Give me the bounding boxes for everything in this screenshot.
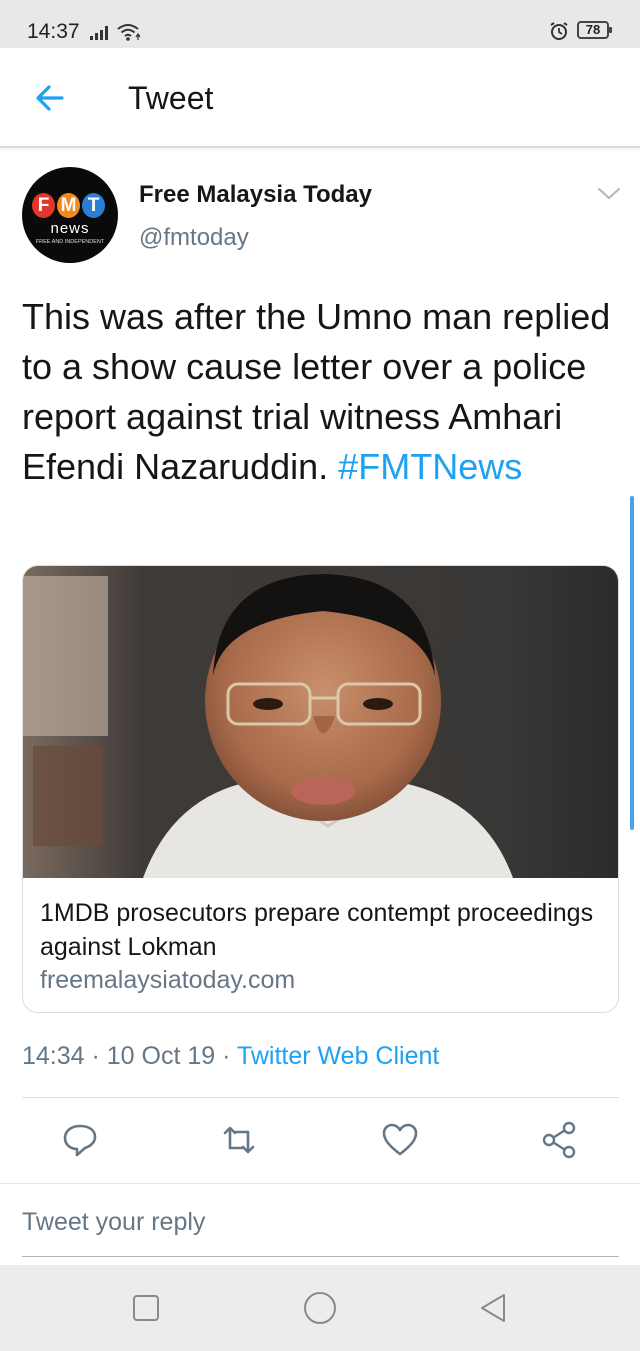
card-title: 1MDB prosecutors prepare contempt procee… xyxy=(40,899,594,961)
chevron-down-icon[interactable] xyxy=(596,186,622,202)
system-nav-bar xyxy=(0,1265,640,1351)
back-triangle-icon[interactable] xyxy=(476,1290,512,1326)
reply-input[interactable]: Tweet your reply xyxy=(22,1208,205,1237)
recents-square-icon[interactable] xyxy=(128,1290,164,1326)
reply-underline xyxy=(22,1256,619,1257)
card-domain: freemalaysiatoday.com xyxy=(40,966,296,994)
avatar-logo: F M T xyxy=(32,193,105,218)
share-icon[interactable] xyxy=(538,1118,582,1162)
avatar-word: news xyxy=(50,220,90,237)
status-bar: 14:37 78 xyxy=(0,0,640,48)
avatar[interactable]: F M T news FREE AND INDEPENDENT xyxy=(22,167,118,263)
like-heart-icon[interactable] xyxy=(378,1118,422,1162)
avatar-letter: T xyxy=(82,193,105,218)
back-arrow-icon[interactable] xyxy=(30,78,70,118)
alarm-icon xyxy=(550,22,568,40)
client-link[interactable]: Twitter Web Client xyxy=(237,1042,439,1070)
hashtag-link[interactable]: #FMTNews xyxy=(338,446,522,487)
battery-indicator: 78 xyxy=(577,21,612,39)
avatar-tagline: FREE AND INDEPENDENT xyxy=(35,239,105,245)
signal-icon xyxy=(90,26,108,40)
scrollbar[interactable] xyxy=(630,496,634,830)
meta-separator: · xyxy=(215,1042,237,1070)
reply-icon[interactable] xyxy=(58,1118,102,1162)
status-time: 14:37 xyxy=(27,20,80,43)
retweet-icon[interactable] xyxy=(217,1118,261,1162)
tweet-time: 14:34 xyxy=(22,1042,85,1070)
wifi-icon xyxy=(117,24,141,41)
article-photo xyxy=(23,566,618,878)
author-handle[interactable]: @fmtoday xyxy=(139,224,249,252)
page-title: Tweet xyxy=(128,80,214,116)
link-card[interactable]: 1MDB prosecutors prepare contempt procee… xyxy=(22,565,619,1013)
avatar-letter: M xyxy=(57,193,80,218)
tweet-meta: 14:34 · 10 Oct 19 · Twitter Web Client xyxy=(22,1042,439,1071)
divider xyxy=(22,1097,619,1098)
author-name[interactable]: Free Malaysia Today xyxy=(139,181,372,209)
home-circle-icon[interactable] xyxy=(302,1290,338,1326)
app-bar: Tweet xyxy=(0,48,640,148)
tweet-date: 10 Oct 19 xyxy=(106,1042,216,1070)
tweet-text: This was after the Umno man replied to a… xyxy=(22,292,612,492)
avatar-letter: F xyxy=(32,193,55,218)
meta-separator: · xyxy=(84,1042,107,1070)
reply-bar: Tweet your reply xyxy=(0,1183,640,1265)
